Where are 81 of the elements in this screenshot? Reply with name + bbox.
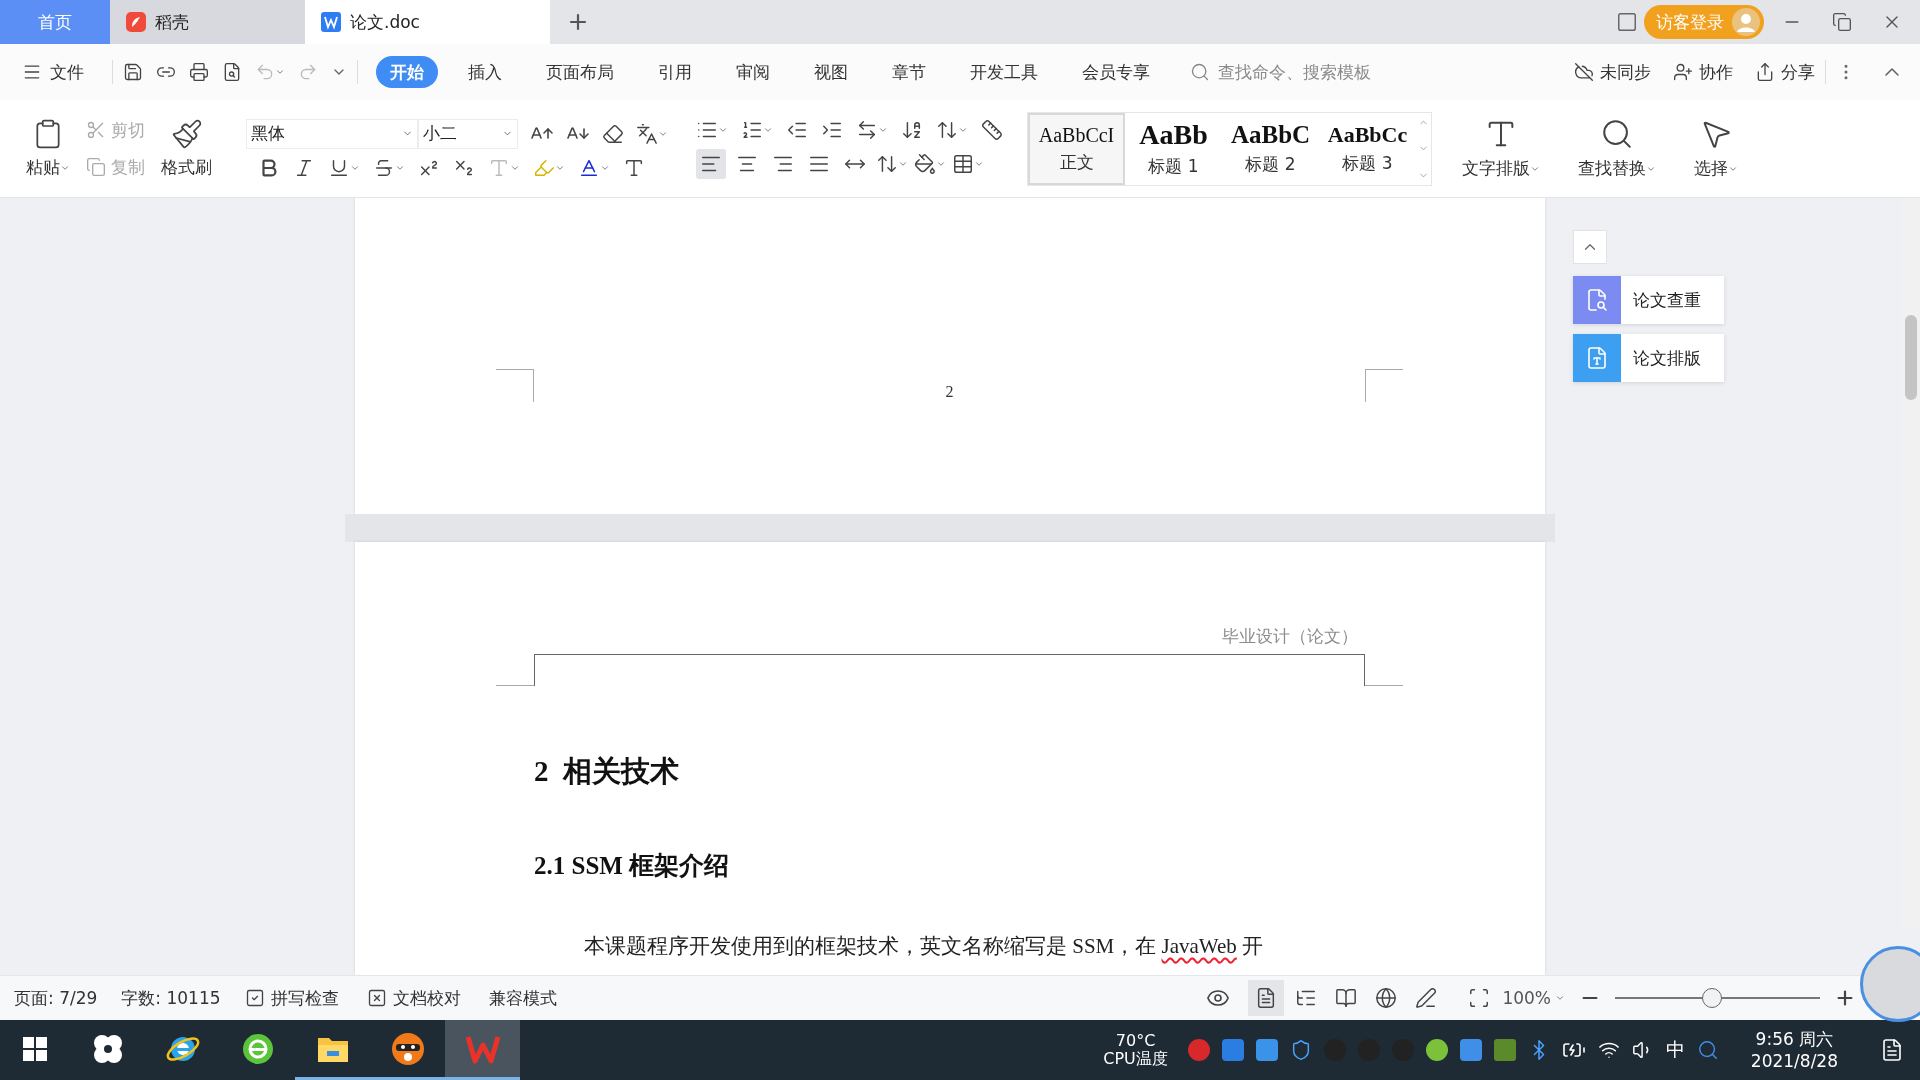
app-icon[interactable]: [1221, 1039, 1244, 1061]
app-icon[interactable]: [1459, 1039, 1482, 1061]
paintbrush-icon[interactable]: [170, 118, 203, 150]
notification-icon[interactable]: [1880, 1038, 1904, 1062]
preview-icon[interactable]: [222, 62, 242, 82]
crop-mark: [496, 369, 534, 402]
ribbon-tab[interactable]: 会员专享: [1082, 56, 1150, 88]
ribbon-tool[interactable]: 文字排版: [1456, 117, 1546, 180]
file-menu[interactable]: 文件: [22, 60, 84, 84]
toolbar-action[interactable]: 协作: [1673, 60, 1733, 84]
fit-page-icon[interactable]: [1468, 987, 1491, 1009]
ribbon-tool[interactable]: 查找替换: [1572, 117, 1662, 180]
body-paragraph: 本课题程序开发使用到的框架技术，英文名称缩写是 SSM，在 JavaWeb 开: [583, 933, 1265, 960]
search-icon[interactable]: [1600, 117, 1634, 151]
toolbar-action[interactable]: 未同步: [1574, 60, 1651, 84]
reading-view-icon[interactable]: [1335, 987, 1358, 1009]
caret-icon[interactable]: [275, 67, 285, 77]
app-icon[interactable]: [1187, 1039, 1210, 1061]
chapter-heading: 2 相关技术: [534, 754, 680, 789]
check-box-icon[interactable]: [244, 988, 265, 1008]
toolbar-action[interactable]: 分享: [1755, 60, 1815, 84]
add-user-icon[interactable]: [1673, 62, 1693, 82]
ribbon-tab[interactable]: 章节: [892, 56, 926, 88]
input-method[interactable]: 中: [1665, 1037, 1685, 1063]
ribbon-tab[interactable]: 审阅: [736, 56, 770, 88]
borders-icon[interactable]: [952, 152, 974, 175]
pen-icon[interactable]: [1415, 987, 1438, 1009]
window-layout-icon[interactable]: [1616, 11, 1638, 33]
caret-icon[interactable]: [1555, 993, 1565, 1003]
word-count: 字数: 10115: [121, 986, 221, 1010]
app-icon[interactable]: [1425, 1039, 1448, 1061]
clock[interactable]: 9:56 周六 2021/8/28: [1750, 1028, 1838, 1072]
page-number: 2: [944, 383, 955, 402]
clipboard-button[interactable]: 格式刷: [155, 118, 218, 179]
command-search-field[interactable]: 查找命令、搜索模板: [1190, 61, 1396, 83]
compat-mode: 兼容模式: [488, 986, 557, 1010]
clipboard-button[interactable]: 粘贴: [20, 118, 76, 179]
font-name-select[interactable]: 黑体: [246, 118, 418, 149]
status-tool[interactable]: 拼写检查: [244, 986, 339, 1010]
print-icon[interactable]: [189, 62, 209, 82]
view-mode-button[interactable]: [1248, 980, 1285, 1016]
eraser-icon[interactable]: [602, 122, 624, 145]
ruler-icon[interactable]: [981, 118, 1003, 141]
cloud-icon[interactable]: [1574, 62, 1594, 82]
zoom-select[interactable]: 100%: [1502, 988, 1565, 1008]
app-icon[interactable]: [1255, 1039, 1278, 1061]
ribbon-tab[interactable]: 开发工具: [970, 56, 1038, 88]
style-option[interactable]: AaBbCcI 正文: [1028, 112, 1125, 185]
ribbon-tab[interactable]: 插入: [468, 56, 502, 88]
document-tab[interactable]: 论文.doc: [305, 0, 550, 44]
avatar-icon: [1732, 8, 1760, 36]
side-panel-button[interactable]: 论文查重: [1573, 276, 1724, 324]
restore-icon[interactable]: [1832, 12, 1852, 32]
document-tab[interactable]: 稻壳: [110, 0, 305, 44]
windows-icon[interactable]: [23, 1036, 47, 1061]
masked-face-icon[interactable]: [389, 1030, 426, 1067]
document-icon: [321, 12, 341, 32]
crop-mark: [1365, 369, 1403, 402]
ribbon-tab[interactable]: 页面布局: [546, 56, 614, 88]
leaf-icon: [126, 12, 146, 32]
font-size-select[interactable]: 小二: [418, 118, 518, 149]
page-header: 毕业设计（论文）: [1221, 626, 1359, 648]
ribbon-tab[interactable]: 引用: [658, 56, 692, 88]
text-direction-icon[interactable]: [856, 118, 878, 141]
search-icon[interactable]: [1696, 1039, 1719, 1061]
globe-icon[interactable]: [240, 1031, 275, 1066]
shading-icon[interactable]: [914, 152, 936, 175]
status-tool[interactable]: 文档校对: [366, 986, 461, 1010]
ribbon-tool[interactable]: 选择: [1688, 117, 1744, 180]
cross-box-icon[interactable]: [366, 988, 387, 1008]
cpu-temperature[interactable]: 70°C CPU温度: [1103, 1032, 1168, 1068]
app-icon[interactable]: [1493, 1039, 1516, 1061]
phonetic-icon[interactable]: [636, 122, 658, 145]
section-heading: 2.1 SSM 框架介绍: [534, 851, 731, 881]
save-icon[interactable]: [123, 62, 143, 82]
share-icon[interactable]: [1755, 62, 1775, 82]
search-icon: [1190, 62, 1210, 82]
ribbon-tab[interactable]: 视图: [814, 56, 848, 88]
page-count: 页面: 7/29: [14, 986, 98, 1010]
web-view-icon[interactable]: [1375, 987, 1398, 1009]
side-panel-button[interactable]: 论文排版: [1573, 334, 1724, 382]
